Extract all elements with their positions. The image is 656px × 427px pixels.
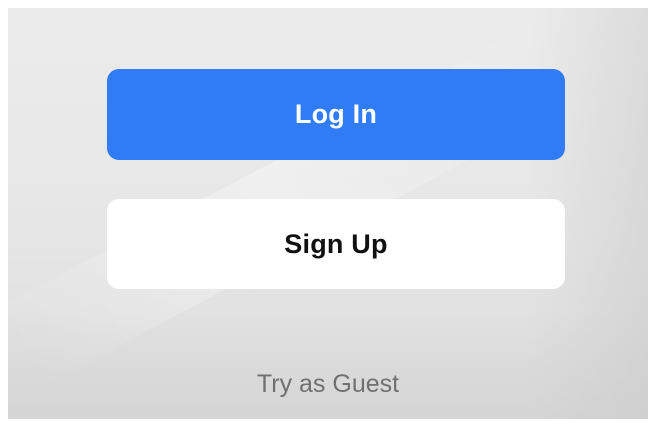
background-bottom-shadow — [8, 308, 648, 419]
auth-screen: Log In Sign Up Try as Guest — [8, 8, 648, 419]
signup-button[interactable]: Sign Up — [107, 199, 565, 289]
try-as-guest-link[interactable]: Try as Guest — [8, 370, 648, 399]
login-button[interactable]: Log In — [107, 69, 565, 160]
